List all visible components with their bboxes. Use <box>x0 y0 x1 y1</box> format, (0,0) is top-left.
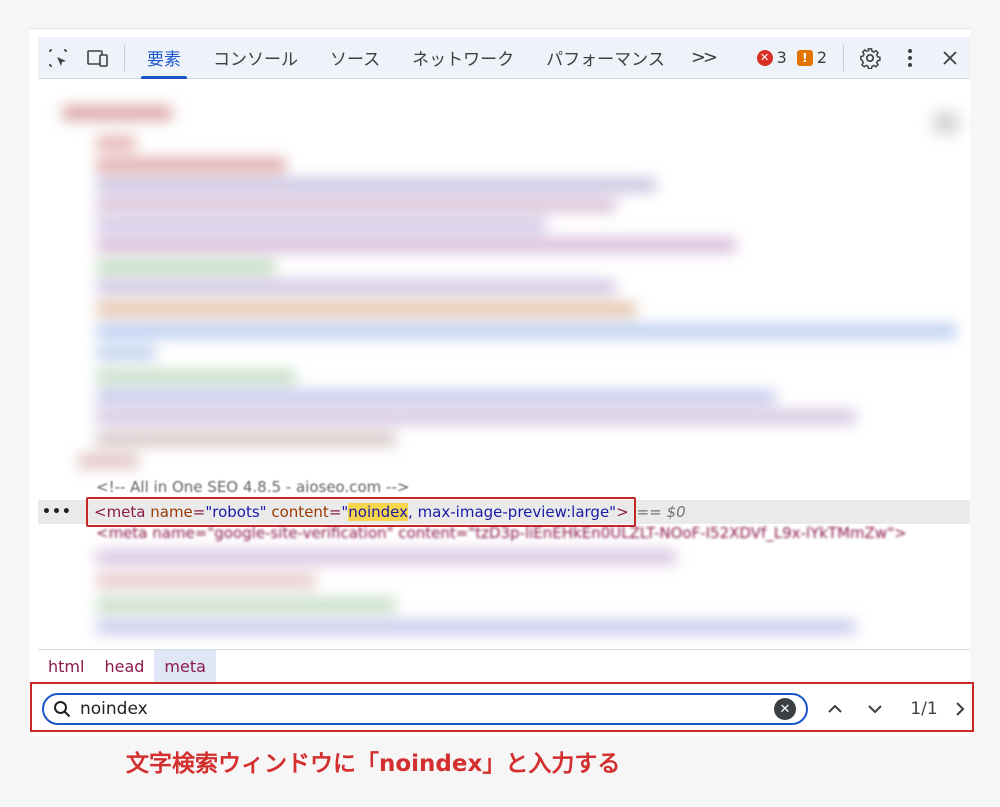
toolbar-divider <box>124 44 125 71</box>
error-badge[interactable]: ✕ 3 <box>756 48 787 67</box>
toolbar-right: ✕ 3 ! 2 <box>756 37 970 79</box>
annotation-box-search <box>30 682 974 732</box>
node-actions-ellipsis[interactable]: ••• <box>42 500 72 524</box>
warning-badge[interactable]: ! 2 <box>796 48 827 67</box>
error-count: 3 <box>776 48 787 67</box>
tab-console[interactable]: コンソール <box>197 37 314 79</box>
kebab-menu-icon[interactable] <box>890 37 930 79</box>
close-icon[interactable] <box>930 37 970 79</box>
device-toolbar-icon[interactable] <box>78 37 118 79</box>
toolbar-divider-right <box>843 44 844 71</box>
breadcrumb-meta[interactable]: meta <box>154 649 216 684</box>
dollar-zero-ref: == $0 <box>636 503 686 521</box>
google-verification-line: <meta name="google-site-verification" co… <box>96 524 907 542</box>
error-icon: ✕ <box>756 49 773 66</box>
annotation-caption: 文字検索ウィンドウに「noindex」と入力する <box>126 751 621 777</box>
aioseo-comment: <!-- All in One SEO 4.8.5 - aioseo.com -… <box>96 478 410 496</box>
warning-icon: ! <box>796 49 813 66</box>
tab-elements[interactable]: 要素 <box>131 37 197 79</box>
settings-gear-icon[interactable] <box>850 37 890 79</box>
breadcrumb-head[interactable]: head <box>94 650 154 684</box>
breadcrumb-html[interactable]: html <box>38 650 94 684</box>
annotation-box-meta <box>86 497 636 527</box>
inspect-element-icon[interactable] <box>38 37 78 79</box>
tab-sources[interactable]: ソース <box>314 37 396 79</box>
tab-network[interactable]: ネットワーク <box>396 37 530 79</box>
elements-tree[interactable]: <!-- All in One SEO 4.8.5 - aioseo.com -… <box>38 80 970 646</box>
tab-performance[interactable]: パフォーマンス <box>530 37 681 79</box>
devtools-toolbar: 要素 コンソール ソース ネットワーク パフォーマンス >> ✕ 3 ! 2 <box>38 37 970 79</box>
more-tabs-button[interactable]: >> <box>681 47 725 68</box>
breadcrumb: html head meta <box>38 649 970 684</box>
warning-count: 2 <box>816 48 827 67</box>
devtools-panel: 要素 コンソール ソース ネットワーク パフォーマンス >> ✕ 3 ! 2 <… <box>30 28 970 736</box>
